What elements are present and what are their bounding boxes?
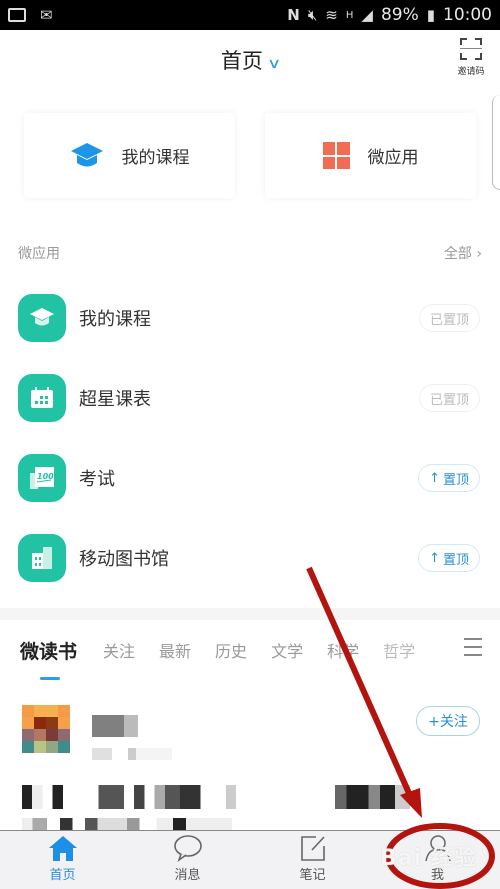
arrow-up-icon: ↑ — [429, 550, 440, 566]
battery-charging-icon: ▮ — [426, 6, 435, 24]
calendar-icon — [18, 374, 66, 422]
tabs-menu-icon[interactable] — [464, 638, 482, 656]
nav-home-label: 首页 — [49, 868, 76, 883]
nav-messages-label: 消息 — [174, 868, 201, 883]
nav-me[interactable]: 我 — [375, 831, 500, 889]
message-icon — [173, 835, 202, 862]
feed-item[interactable]: +关注 — [0, 690, 500, 830]
my-courses-card[interactable]: 我的课程 — [24, 113, 235, 198]
library-building-icon — [18, 534, 66, 582]
tab-weidushu[interactable]: 微读书 — [20, 637, 77, 680]
app-name: 移动图书馆 — [79, 549, 169, 570]
chevron-right-icon: › — [476, 246, 482, 262]
bottom-nav: 首页 消息 笔记 我 — [0, 830, 500, 889]
graduation-cap-icon — [70, 142, 103, 166]
grid-icon — [322, 142, 350, 169]
micro-app-list: 我的课程 已置顶 超星课表 已置顶 100 考试 ↑ 置顶 移动图书馆 ↑ 置顶 — [0, 278, 500, 598]
note-edit-icon — [300, 836, 325, 861]
section-divider — [0, 608, 500, 620]
invite-code-label: 邀请码 — [457, 67, 485, 77]
meta-blurred — [92, 748, 172, 760]
tab-literature[interactable]: 文学 — [271, 638, 303, 662]
app-row-my-courses[interactable]: 我的课程 已置顶 — [0, 278, 500, 358]
app-name: 超星课表 — [79, 389, 151, 410]
content-blurred-line-3 — [22, 818, 232, 830]
status-bar: ✉ N 🔇︎ ≋ H ◢ 89% ▮ 10:00 — [0, 0, 500, 30]
signal-icon: ◢ — [361, 6, 373, 24]
nfc-icon: N — [287, 6, 300, 24]
app-row-schedule[interactable]: 超星课表 已置顶 — [0, 358, 500, 438]
home-icon — [48, 836, 77, 861]
app-name: 考试 — [79, 469, 115, 490]
reading-tabs: 微读书 关注 最新 历史 文学 科学 哲学 — [0, 620, 500, 680]
network-h-icon: H — [345, 9, 354, 21]
gallery-icon — [8, 8, 26, 22]
tab-science[interactable]: 科学 — [327, 638, 359, 662]
pinned-badge[interactable]: 已置顶 — [418, 384, 480, 412]
chevron-down-icon: ∨ — [266, 56, 282, 72]
page-title-dropdown[interactable]: 首页 ∨ — [0, 45, 500, 75]
view-all-link[interactable]: 全部 › — [444, 243, 482, 263]
quick-cards: 我的课程 微应用 — [24, 113, 476, 198]
page-title: 首页 — [220, 49, 263, 73]
top-header: 首页 ∨ 邀请码 — [0, 30, 500, 90]
pin-label: 置顶 — [442, 472, 469, 488]
app-name: 我的课程 — [79, 309, 151, 330]
pinned-badge[interactable]: 已置顶 — [418, 304, 480, 332]
svg-text:100: 100 — [37, 472, 54, 481]
exam-100-icon: 100 — [18, 454, 66, 502]
arrow-up-icon: ↑ — [429, 470, 440, 486]
nav-home[interactable]: 首页 — [0, 831, 125, 889]
username-blurred — [92, 715, 138, 737]
content-blurred-line-2 — [335, 785, 410, 809]
micro-apps-header: 微应用 全部 › — [18, 243, 482, 263]
person-icon — [424, 835, 451, 862]
avatar[interactable] — [22, 705, 70, 753]
tab-latest[interactable]: 最新 — [159, 638, 191, 662]
nav-notes[interactable]: 笔记 — [250, 831, 375, 889]
view-all-label: 全部 — [443, 246, 472, 262]
pin-to-top-button[interactable]: ↑ 置顶 — [418, 544, 480, 572]
pin-label: 置顶 — [442, 552, 469, 568]
edge-panel-handle[interactable] — [492, 95, 500, 190]
tab-follow[interactable]: 关注 — [103, 638, 135, 662]
nav-notes-label: 笔记 — [299, 868, 326, 883]
nav-messages[interactable]: 消息 — [125, 831, 250, 889]
invite-code-button[interactable]: 邀请码 — [456, 38, 486, 77]
app-row-library[interactable]: 移动图书馆 ↑ 置顶 — [0, 518, 500, 598]
pin-to-top-button[interactable]: ↑ 置顶 — [418, 464, 480, 492]
tab-philosophy[interactable]: 哲学 — [383, 638, 415, 662]
clock: 10:00 — [443, 5, 492, 25]
tab-history[interactable]: 历史 — [215, 638, 247, 662]
micro-apps-label: 微应用 — [367, 148, 419, 168]
battery-percent: 89% — [380, 5, 419, 25]
nav-me-label: 我 — [430, 868, 444, 883]
scan-icon — [460, 38, 482, 60]
micro-apps-card[interactable]: 微应用 — [265, 113, 476, 198]
graduation-cap-icon — [18, 294, 66, 342]
my-courses-label: 我的课程 — [121, 148, 190, 168]
app-row-exam[interactable]: 100 考试 ↑ 置顶 — [0, 438, 500, 518]
content-blurred-line-1 — [22, 785, 277, 809]
mute-icon: 🔇︎ — [307, 6, 318, 24]
wifi-icon: ≋ — [325, 6, 338, 24]
mail-icon: ✉ — [40, 6, 53, 24]
section-title: 微应用 — [18, 246, 60, 262]
follow-button[interactable]: +关注 — [416, 706, 480, 736]
